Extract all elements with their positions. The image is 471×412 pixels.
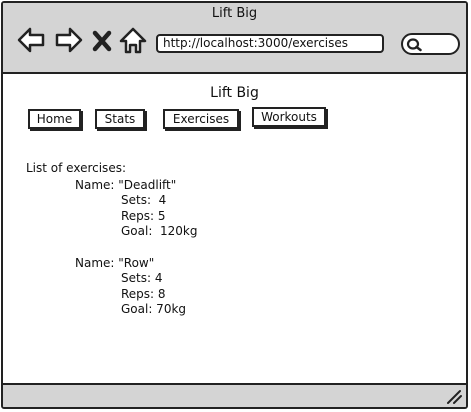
exercise-goal: Goal: 120kg <box>121 224 198 238</box>
exercise-reps: Reps: 5 <box>121 209 166 223</box>
exercise-sets: Sets: 4 <box>121 193 167 207</box>
search-icon <box>406 38 422 52</box>
home-button[interactable]: Home <box>28 109 81 129</box>
exercise-goal: Goal: 70kg <box>121 302 187 316</box>
window-title: Lift Big <box>211 6 258 21</box>
browser-window: Lift Big http://localhost:3000/exercises… <box>1 1 468 409</box>
exercise-name: Name: "Deadlift" <box>75 178 177 192</box>
page-title: Lift Big <box>210 85 259 101</box>
status-bar <box>3 383 466 407</box>
exercise-sets: Sets: 4 <box>121 271 163 285</box>
back-arrow-icon[interactable] <box>16 25 46 55</box>
search-field[interactable] <box>401 33 460 55</box>
exercise-reps: Reps: 8 <box>121 287 166 301</box>
stats-button[interactable]: Stats <box>95 109 145 129</box>
browser-toolbar: Lift Big http://localhost:3000/exercises <box>3 3 466 74</box>
exercises-button[interactable]: Exercises <box>163 109 239 129</box>
workouts-button[interactable]: Workouts <box>252 107 326 127</box>
exercise-name: Name: "Row" <box>75 256 155 270</box>
close-x-icon[interactable] <box>90 25 114 55</box>
url-field[interactable]: http://localhost:3000/exercises <box>156 34 384 53</box>
resize-grip-icon[interactable] <box>446 389 462 404</box>
exercises-list-heading: List of exercises: <box>26 161 126 175</box>
home-icon[interactable] <box>119 25 147 55</box>
forward-arrow-icon[interactable] <box>54 25 84 55</box>
